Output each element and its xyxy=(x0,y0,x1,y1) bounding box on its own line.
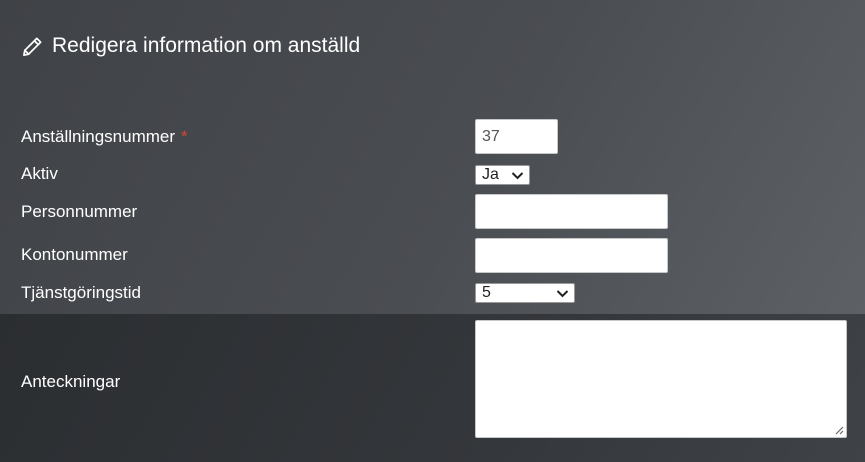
page-header: Redigera information om anställd xyxy=(21,30,360,62)
personal-number-label: Personnummer xyxy=(21,202,138,221)
service-time-label: Tjänstgöringstid xyxy=(21,283,142,302)
active-select-value: Ja xyxy=(482,166,499,183)
pencil-icon xyxy=(21,35,44,58)
account-number-input[interactable] xyxy=(475,238,668,273)
employee-number-label: Anställningsnummer * xyxy=(21,127,188,147)
active-select[interactable]: Ja xyxy=(475,165,530,185)
account-number-label: Kontonummer xyxy=(21,245,128,264)
service-time-select[interactable]: 5 xyxy=(475,283,575,303)
active-label: Aktiv xyxy=(21,164,58,183)
required-marker: * xyxy=(181,127,188,146)
chevron-down-icon xyxy=(556,289,569,298)
notes-textarea[interactable] xyxy=(475,320,847,438)
chevron-down-icon xyxy=(511,171,524,180)
notes-label: Anteckningar xyxy=(21,372,121,391)
employee-number-input[interactable] xyxy=(475,119,558,154)
employee-number-label-text: Anställningsnummer xyxy=(21,127,176,146)
service-time-select-value: 5 xyxy=(482,284,491,301)
personal-number-input[interactable] xyxy=(475,194,668,229)
page-title: Redigera information om anställd xyxy=(52,34,361,57)
resize-grip-icon[interactable] xyxy=(834,425,844,435)
